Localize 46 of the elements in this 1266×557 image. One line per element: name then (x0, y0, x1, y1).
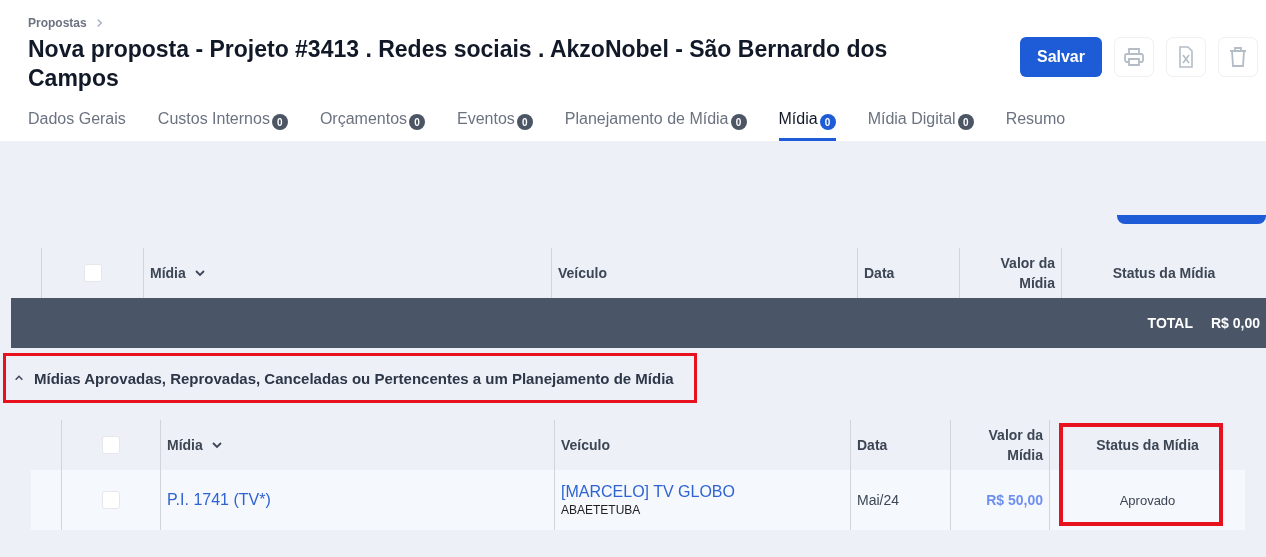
column-header: Status da Mídia (1112, 264, 1216, 283)
column-header: Veículo (561, 436, 611, 455)
tab[interactable]: Orçamentos 0 (319, 106, 426, 141)
tab[interactable]: Custos Internos 0 (157, 106, 288, 141)
count-badge: 0 (957, 114, 974, 130)
column-header: Veículo (558, 264, 608, 283)
value-cell: R$ 50,00 (986, 492, 1043, 508)
delete-button[interactable] (1218, 37, 1258, 77)
page-title: Nova proposta - Projeto #3413 . Redes sociais . AkzoNobel - São Bernardo dos Campos (28, 35, 889, 93)
media-link[interactable]: P.I. 1741 (TV*) (167, 491, 271, 509)
column-header: Valor da Mídia (999, 254, 1055, 293)
count-badge: 0 (730, 114, 747, 130)
select-all-checkbox[interactable] (102, 436, 120, 454)
count-badge: 0 (271, 114, 288, 130)
select-all-checkbox[interactable] (83, 264, 102, 282)
tab[interactable]: Eventos 0 (457, 106, 533, 141)
column-header: Mídia (150, 264, 186, 283)
printer-icon (1122, 45, 1146, 69)
excel-export-button[interactable] (1166, 37, 1206, 77)
status-cell: Aprovado (1119, 492, 1176, 508)
print-button[interactable] (1114, 37, 1154, 77)
count-badge: 0 (819, 114, 836, 130)
tab[interactable]: Resumo (1005, 106, 1066, 141)
vehicle-link[interactable]: [MARCELO] TV GLOBO (561, 483, 735, 501)
tab[interactable]: Mídia 0 (778, 106, 836, 141)
total-value: R$ 0,00 (1210, 315, 1260, 331)
count-badge: 0 (409, 114, 426, 130)
chevron-down-icon[interactable] (210, 439, 223, 451)
column-header: Status da Mídia (1096, 436, 1199, 455)
column-header: Data (857, 436, 888, 455)
count-badge: 0 (516, 114, 533, 130)
row-checkbox[interactable] (102, 491, 120, 509)
vehicle-location: ABAETETUBA (561, 503, 641, 517)
section-header[interactable]: Mídias Aprovadas, Reprovadas, Canceladas ou Pertencentes a um Planejamento de Mídia (3, 353, 697, 403)
column-header: Valor da Mídia (987, 426, 1043, 465)
breadcrumb-link[interactable]: Propostas (28, 16, 87, 30)
column-header: Data (864, 264, 895, 283)
column-header: Mídia (167, 436, 203, 455)
date-cell: Mai/24 (857, 492, 900, 508)
save-button[interactable]: Salvar (1019, 37, 1102, 77)
section-title: Mídias Aprovadas, Reprovadas, Canceladas ou Pertencentes a um Planejamento de Mídia (34, 369, 674, 387)
tab[interactable]: Mídia Digital 0 (867, 106, 974, 141)
total-label: TOTAL (1147, 315, 1193, 331)
tab[interactable]: Dados Gerais (28, 106, 126, 141)
chevron-down-icon[interactable] (193, 267, 206, 279)
tab[interactable]: Planejamento de Mídia 0 (564, 106, 747, 141)
